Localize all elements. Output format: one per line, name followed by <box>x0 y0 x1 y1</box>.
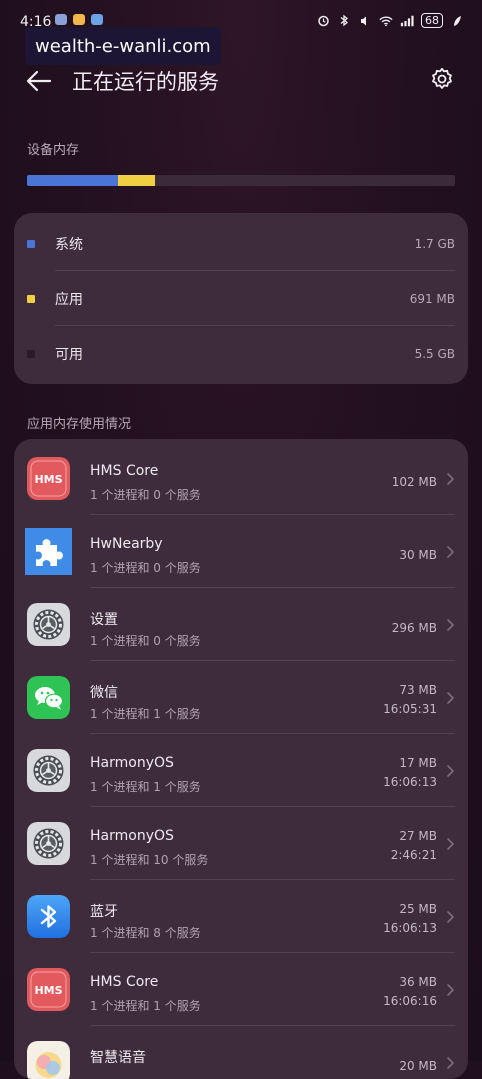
app-name: 设置 <box>90 612 118 628</box>
memory-row-value: 1.7 GB <box>414 236 455 251</box>
app-memory-size: 102 MB <box>391 475 437 489</box>
chevron-right-icon <box>447 1057 454 1069</box>
app-run-time: 16:06:13 <box>383 921 437 935</box>
app-list-item[interactable]: 智慧语音 20 MB <box>14 1026 468 1079</box>
header: 正在运行的服务 <box>0 58 482 106</box>
app-run-time: 16:05:31 <box>383 702 437 716</box>
app-memory-size: 73 MB <box>399 683 437 697</box>
notification-app-icon <box>91 14 103 25</box>
settings-gear-icon <box>27 749 70 792</box>
memory-row-label: 应用 <box>55 291 83 308</box>
memory-row-value: 691 MB <box>409 291 455 306</box>
mute-icon <box>358 15 372 27</box>
wifi-icon <box>379 15 393 27</box>
memory-row: 可用 5.5 GB <box>14 326 468 381</box>
hms-core-icon: HMS <box>27 968 70 1011</box>
app-list-item[interactable]: HarmonyOS 1 个进程和 10 个服务 27 MB 2:46:21 <box>14 807 468 880</box>
gear-icon <box>432 67 452 89</box>
settings-button[interactable] <box>430 67 454 91</box>
puzzle-icon <box>25 528 72 575</box>
settings-gear-icon <box>27 603 70 646</box>
app-list-item[interactable]: HwNearby 1 个进程和 0 个服务 30 MB <box>14 515 468 588</box>
memory-row: 系统 1.7 GB <box>14 216 468 271</box>
status-icons: 68 <box>316 13 464 28</box>
alarm-icon <box>316 15 330 27</box>
page-title: 正在运行的服务 <box>72 70 219 94</box>
bluetooth-icon <box>27 895 70 938</box>
app-list-item[interactable]: 蓝牙 1 个进程和 8 个服务 25 MB 16:06:13 <box>14 880 468 953</box>
chevron-right-icon <box>447 984 454 996</box>
notification-icons <box>55 14 103 25</box>
app-memory-size: 25 MB <box>399 902 437 916</box>
signal-icon <box>400 15 414 27</box>
app-name: 蓝牙 <box>90 904 118 920</box>
app-memory-size: 17 MB <box>399 756 437 770</box>
chevron-right-icon <box>447 546 454 558</box>
chevron-right-icon <box>447 911 454 923</box>
app-memory-size: 30 MB <box>399 548 437 562</box>
battery-indicator: 68 <box>421 13 443 28</box>
app-list-item[interactable]: HMS HMS Core 1 个进程和 1 个服务 36 MB 16:06:16 <box>14 953 468 1026</box>
back-button[interactable] <box>26 66 56 96</box>
memory-row-value: 5.5 GB <box>414 346 455 361</box>
app-name: HarmonyOS <box>90 755 174 771</box>
wechat-icon <box>27 676 70 719</box>
app-process-info: 1 个进程和 0 个服务 <box>90 488 201 502</box>
app-name: 智慧语音 <box>90 1050 146 1066</box>
memory-row-label: 系统 <box>55 236 83 253</box>
app-memory-size: 36 MB <box>399 975 437 989</box>
app-run-time: 16:06:13 <box>383 775 437 789</box>
app-run-time: 2:46:21 <box>390 848 437 862</box>
legend-dot <box>27 239 35 248</box>
memory-usage-bar <box>27 175 455 186</box>
voice-assistant-icon <box>27 1041 70 1079</box>
app-list-item[interactable]: 微信 1 个进程和 1 个服务 73 MB 16:05:31 <box>14 661 468 734</box>
chevron-right-icon <box>447 692 454 704</box>
app-name: HarmonyOS <box>90 828 174 844</box>
app-memory-size: 27 MB <box>399 829 437 843</box>
app-process-info: 1 个进程和 1 个服务 <box>90 707 201 721</box>
svg-text:HMS: HMS <box>34 473 62 486</box>
app-list-item[interactable]: HarmonyOS 1 个进程和 1 个服务 17 MB 16:06:13 <box>14 734 468 807</box>
app-process-info: 1 个进程和 8 个服务 <box>90 926 201 940</box>
app-process-info: 1 个进程和 0 个服务 <box>90 634 201 648</box>
app-name: HMS Core <box>90 463 159 479</box>
back-arrow-icon <box>26 70 52 92</box>
app-list-item[interactable]: 设置 1 个进程和 0 个服务 296 MB <box>14 588 468 661</box>
app-memory-size: 296 MB <box>391 621 437 635</box>
memory-bar-segment <box>118 175 156 186</box>
memory-bar-segment <box>27 175 119 186</box>
memory-row: 应用 691 MB <box>14 271 468 326</box>
app-list-card: HMS HMS Core 1 个进程和 0 个服务 102 MB HwNearby 1 个… <box>14 439 468 1079</box>
chevron-right-icon <box>447 473 454 485</box>
app-name: HwNearby <box>90 536 163 552</box>
app-process-info: 1 个进程和 1 个服务 <box>90 999 201 1013</box>
chevron-right-icon <box>447 838 454 850</box>
app-memory-label: 应用内存使用情况 <box>27 417 132 432</box>
bluetooth-status-icon <box>337 14 351 27</box>
app-process-info: 1 个进程和 1 个服务 <box>90 780 201 794</box>
device-memory-label: 设备内存 <box>27 143 80 158</box>
app-memory-size: 20 MB <box>399 1059 437 1073</box>
app-process-info: 1 个进程和 0 个服务 <box>90 561 201 575</box>
app-run-time: 16:06:16 <box>383 994 437 1008</box>
app-process-info: 1 个进程和 10 个服务 <box>90 853 209 867</box>
app-name: HMS Core <box>90 974 159 990</box>
legend-dot <box>27 294 35 303</box>
settings-gear-icon <box>27 822 70 865</box>
leaf-icon <box>450 15 464 27</box>
notification-app-icon <box>55 14 67 25</box>
app-list-item[interactable]: HMS HMS Core 1 个进程和 0 个服务 102 MB <box>14 442 468 515</box>
svg-text:HMS: HMS <box>34 984 62 997</box>
legend-dot <box>27 349 35 358</box>
chevron-right-icon <box>447 619 454 631</box>
chevron-right-icon <box>447 765 454 777</box>
app-name: 微信 <box>90 685 118 701</box>
notification-app-icon <box>73 14 85 25</box>
hms-core-icon: HMS <box>27 457 70 500</box>
memory-row-label: 可用 <box>55 346 83 363</box>
memory-breakdown-card: 系统 1.7 GB 应用 691 MB 可用 5.5 GB <box>14 213 468 384</box>
